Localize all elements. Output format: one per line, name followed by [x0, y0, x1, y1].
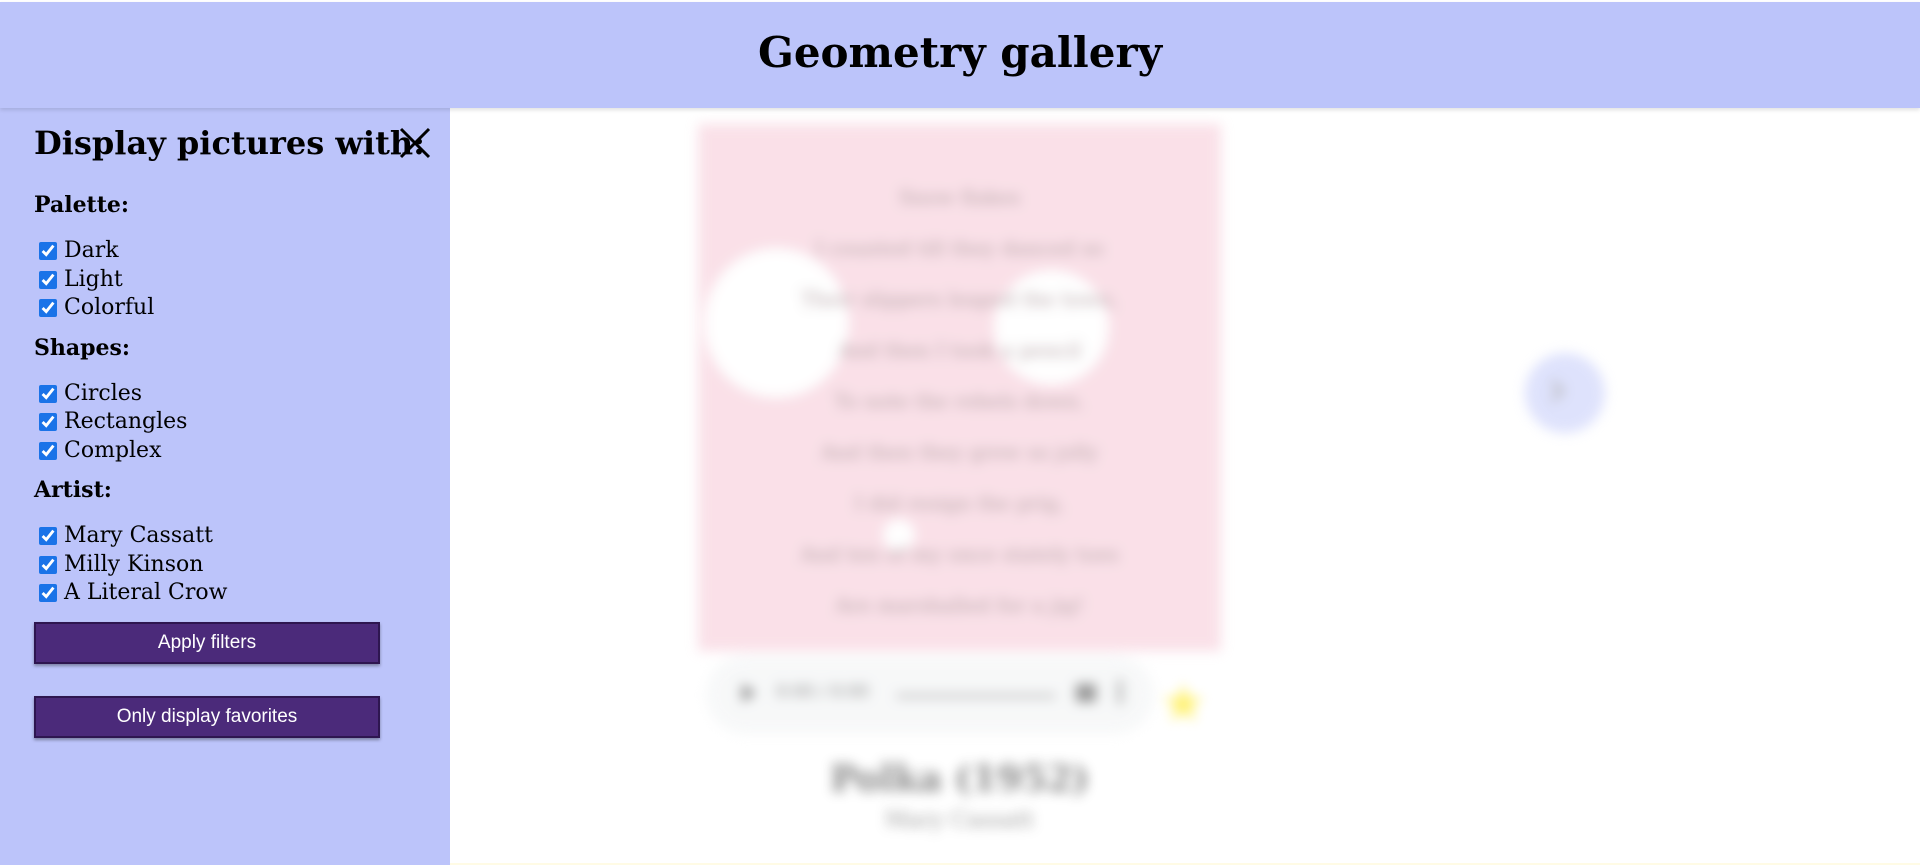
checkbox-a-literal-crow[interactable]: [39, 584, 57, 602]
gallery-content: Snow flakes I counted till they danced s…: [450, 108, 1920, 865]
checkbox-rectangles[interactable]: [39, 413, 57, 431]
artwork-title: Polka (1952): [830, 758, 1089, 800]
more-options-icon[interactable]: [1118, 680, 1122, 704]
page-title: Geometry gallery: [757, 28, 1163, 77]
only-favorites-button[interactable]: Only display favorites: [34, 696, 380, 738]
filter-option-a-literal-crow[interactable]: A Literal Crow: [39, 581, 227, 605]
option-label: Colorful: [64, 295, 155, 320]
chevron-right-icon: ›: [1547, 359, 1568, 419]
favorite-star-icon[interactable]: ★: [1160, 678, 1207, 730]
audio-player[interactable]: 0:00 / 0:00: [706, 656, 1154, 734]
checkbox-light[interactable]: [39, 271, 57, 289]
option-label: Dark: [64, 238, 119, 263]
apply-filters-button[interactable]: Apply filters: [34, 622, 380, 664]
poem-line: Snow flakes: [898, 185, 1021, 209]
artist-title: Artist:: [34, 477, 112, 503]
option-label: Rectangles: [64, 409, 188, 434]
close-icon[interactable]: [398, 126, 432, 160]
poem-line: I did resign the prig,: [854, 491, 1065, 515]
audio-progress-track[interactable]: [896, 694, 1056, 698]
poem-line: And ten of my once stately toes: [800, 542, 1119, 566]
filter-sidebar: Display pictures with: Palette: Dark Lig…: [0, 108, 450, 865]
shapes-title: Shapes:: [34, 335, 131, 361]
filter-option-complex[interactable]: Complex: [39, 439, 162, 463]
checkbox-colorful[interactable]: [39, 299, 57, 317]
checkbox-complex[interactable]: [39, 442, 57, 460]
filter-option-colorful[interactable]: Colorful: [39, 296, 154, 320]
filter-option-mary-cassatt[interactable]: Mary Cassatt: [39, 524, 213, 548]
page-header: Geometry gallery: [0, 2, 1920, 108]
option-label: Light: [64, 267, 123, 292]
poem-line: I counted till they danced so: [815, 236, 1104, 260]
artwork-poem: Snow flakes I counted till they danced s…: [698, 172, 1221, 631]
play-icon[interactable]: [742, 684, 756, 702]
poem-line: Are marshalled for a jig!: [835, 593, 1084, 617]
option-label: Milly Kinson: [64, 552, 204, 577]
filter-option-dark[interactable]: Dark: [39, 239, 119, 263]
checkbox-milly-kinson[interactable]: [39, 556, 57, 574]
option-label: Circles: [64, 381, 143, 406]
checkbox-dark[interactable]: [39, 242, 57, 260]
artwork-artist: Mary Cassatt: [885, 808, 1034, 833]
option-label: A Literal Crow: [64, 580, 228, 605]
palette-title: Palette:: [34, 192, 130, 218]
filter-option-light[interactable]: Light: [39, 268, 123, 292]
volume-icon[interactable]: [1076, 684, 1096, 702]
option-label: Mary Cassatt: [64, 523, 213, 548]
option-label: Complex: [64, 438, 162, 463]
poem-line: And then they grew so jolly: [820, 440, 1099, 464]
poem-line: To note the rebels down.: [834, 389, 1085, 413]
filter-heading: Display pictures with:: [34, 124, 425, 162]
artwork-picture: Snow flakes I counted till they danced s…: [698, 124, 1221, 651]
poem-line: And then I took a pencil: [837, 338, 1082, 362]
poem-line: Their slippers leaped the town,: [801, 287, 1118, 311]
checkbox-mary-cassatt[interactable]: [39, 527, 57, 545]
filter-option-milly-kinson[interactable]: Milly Kinson: [39, 553, 203, 577]
filter-option-rectangles[interactable]: Rectangles: [39, 410, 187, 434]
filter-option-circles[interactable]: Circles: [39, 382, 142, 406]
audio-time: 0:00 / 0:00: [776, 682, 869, 702]
next-picture-button[interactable]: ›: [1525, 353, 1605, 433]
checkbox-circles[interactable]: [39, 385, 57, 403]
